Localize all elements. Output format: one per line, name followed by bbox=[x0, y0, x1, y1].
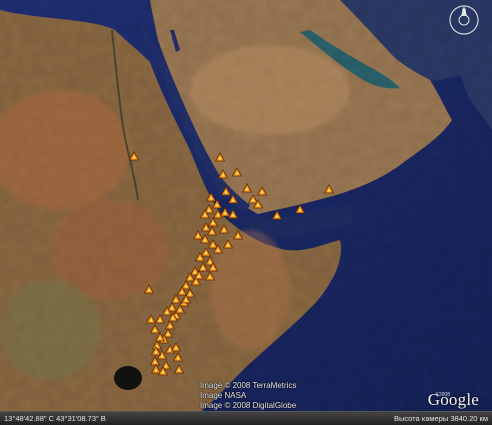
volcano-marker-highlight bbox=[204, 252, 208, 255]
volcano-marker-highlight bbox=[201, 267, 205, 270]
map-viewer[interactable]: N Image © 2008 TerraMetrics Image NASA I… bbox=[0, 0, 492, 425]
volcano-marker-highlight bbox=[260, 191, 264, 194]
credit-nasa: Image NASA bbox=[200, 391, 247, 400]
volcano-marker-highlight bbox=[176, 357, 180, 360]
volcano-marker-highlight bbox=[178, 309, 182, 312]
volcano-marker-highlight bbox=[147, 289, 151, 292]
volcano-marker-highlight bbox=[171, 317, 175, 320]
compass-north-label: N bbox=[462, 9, 466, 15]
volcano-marker-highlight bbox=[132, 156, 136, 159]
volcano-marker-highlight bbox=[197, 275, 201, 278]
volcano-marker-highlight bbox=[224, 191, 228, 194]
status-bar: 13°48'42.88" С 43°31'08.73" В Высота кам… bbox=[0, 411, 492, 425]
volcano-marker-highlight bbox=[223, 212, 227, 215]
volcano-marker-highlight bbox=[207, 209, 211, 212]
camera-altitude: Высота камеры 3840.20 км bbox=[393, 414, 488, 423]
volcano-marker-highlight bbox=[180, 291, 184, 294]
volcano-marker-highlight bbox=[194, 281, 198, 284]
volcano-marker-highlight bbox=[168, 325, 172, 328]
volcano-marker-highlight bbox=[211, 267, 215, 270]
volcano-marker-highlight bbox=[165, 311, 169, 314]
volcano-marker-highlight bbox=[198, 257, 202, 260]
volcano-marker-highlight bbox=[216, 214, 220, 217]
volcano-marker-highlight bbox=[154, 351, 158, 354]
volcano-marker-highlight bbox=[208, 261, 212, 264]
volcano-marker-highlight bbox=[164, 365, 168, 368]
volcano-marker-highlight bbox=[153, 361, 157, 364]
pointer-coordinates: 13°48'42.88" С 43°31'08.73" В bbox=[4, 414, 106, 423]
volcano-marker-highlight bbox=[160, 355, 164, 358]
volcano-marker-highlight bbox=[209, 197, 213, 200]
volcano-marker-highlight bbox=[203, 239, 207, 242]
volcano-marker-highlight bbox=[222, 229, 226, 232]
volcano-marker-highlight bbox=[231, 199, 235, 202]
volcano-marker-highlight bbox=[211, 244, 215, 247]
volcano-marker-highlight bbox=[158, 337, 162, 340]
volcano-marker-highlight bbox=[170, 307, 174, 310]
volcano-marker-highlight bbox=[168, 349, 172, 352]
volcano-marker-highlight bbox=[188, 277, 192, 280]
credit-terrametrics: Image © 2008 TerraMetrics bbox=[200, 381, 297, 390]
volcano-marker-highlight bbox=[251, 199, 255, 202]
volcano-marker-highlight bbox=[184, 299, 188, 302]
volcano-marker-highlight bbox=[226, 244, 230, 247]
volcano-marker-highlight bbox=[193, 271, 197, 274]
volcano-marker-highlight bbox=[188, 293, 192, 296]
volcano-marker-highlight bbox=[174, 347, 178, 350]
volcano-marker-highlight bbox=[256, 204, 260, 207]
volcano-marker-highlight bbox=[235, 172, 239, 175]
volcano-marker-highlight bbox=[161, 371, 165, 374]
imagery-credits: Image © 2008 TerraMetrics Image NASA Ima… bbox=[200, 381, 296, 411]
volcano-marker-highlight bbox=[196, 235, 200, 238]
volcano-marker-highlight bbox=[158, 319, 162, 322]
credit-digitalglobe: Image © 2008 DigitalGlobe bbox=[200, 401, 297, 410]
volcano-marker-highlight bbox=[245, 188, 249, 191]
volcano-marker-highlight bbox=[216, 249, 220, 252]
volcano-marker-highlight bbox=[154, 369, 158, 372]
volcano-marker-highlight bbox=[177, 369, 181, 372]
volcano-marker-highlight bbox=[149, 319, 153, 322]
volcano-marker-highlight bbox=[174, 299, 178, 302]
volcano-marker-highlight bbox=[211, 222, 215, 225]
volcano-marker-highlight bbox=[221, 174, 225, 177]
volcano-marker-highlight bbox=[208, 276, 212, 279]
volcano-marker-highlight bbox=[275, 215, 279, 218]
volcano-marker-highlight bbox=[210, 231, 214, 234]
volcano-marker-highlight bbox=[204, 227, 208, 230]
volcano-marker-highlight bbox=[218, 157, 222, 160]
google-logo: Google bbox=[427, 390, 479, 409]
volcano-marker-highlight bbox=[203, 214, 207, 217]
volcano-marker-highlight bbox=[298, 209, 302, 212]
volcano-marker-highlight bbox=[166, 333, 170, 336]
volcano-marker-highlight bbox=[231, 214, 235, 217]
volcano-marker-highlight bbox=[236, 235, 240, 238]
satellite-terrain[interactable]: N bbox=[0, 0, 492, 425]
volcano-marker-highlight bbox=[215, 204, 219, 207]
volcano-marker-highlight bbox=[153, 329, 157, 332]
volcano-marker-highlight bbox=[327, 189, 331, 192]
volcano-marker-highlight bbox=[184, 285, 188, 288]
